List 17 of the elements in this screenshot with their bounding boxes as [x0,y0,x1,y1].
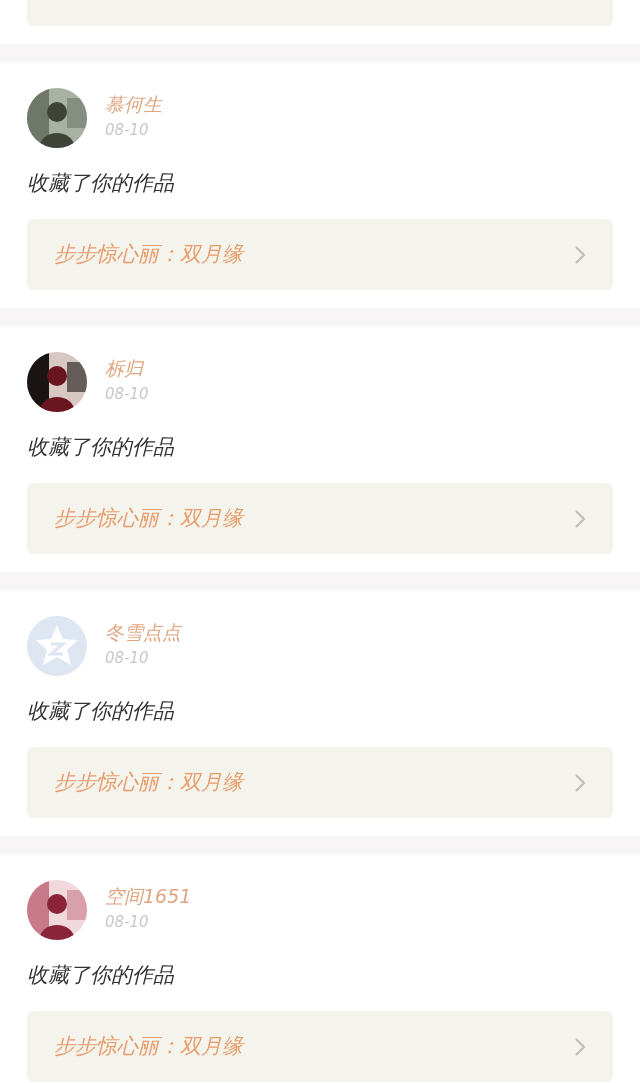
action-text: 收藏了你的作品 [27,698,175,724]
chevron-right-icon [574,244,586,265]
star-avatar-icon [27,616,87,676]
chevron-right-icon [574,508,586,529]
work-link[interactable]: 步步惊心丽：双月缘 [27,219,613,290]
action-text: 收藏了你的作品 [27,170,175,196]
action-text: 收藏了你的作品 [27,962,175,988]
user-name[interactable]: 慕何生 [105,92,162,116]
work-link[interactable]: 步步惊心丽：双月缘 [27,483,613,554]
user-name[interactable]: 冬雪点点 [105,620,181,644]
work-link[interactable]: 步步惊心丽：双月缘 [27,1011,613,1082]
chevron-right-icon [574,1036,586,1057]
user-name[interactable]: 空间1651 [105,884,192,908]
action-text: 收藏了你的作品 [27,434,175,460]
work-link[interactable]: 步步惊心丽：双月缘 [27,747,613,818]
user-name[interactable]: 柝归 [105,356,149,380]
chevron-right-icon [574,772,586,793]
